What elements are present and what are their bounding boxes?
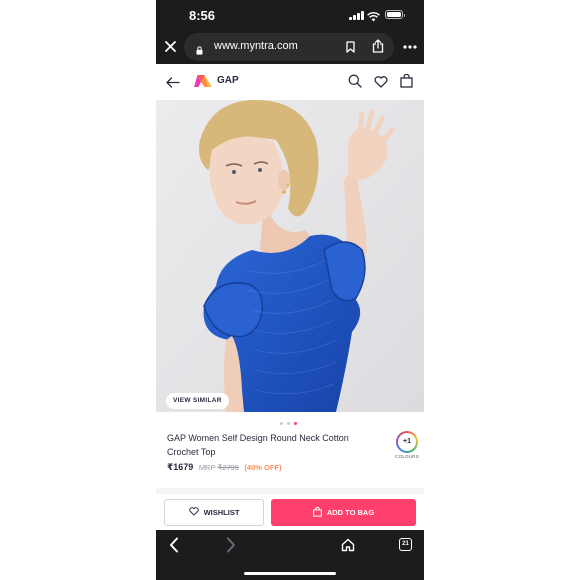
add-to-bag-label: ADD TO BAG <box>326 508 375 517</box>
more-icon[interactable] <box>400 37 420 57</box>
discount-label: (40% OFF) <box>244 463 282 472</box>
share-icon[interactable] <box>368 36 388 56</box>
carousel-dots <box>280 422 297 425</box>
home-indicator <box>244 572 336 575</box>
lock-icon <box>196 42 203 60</box>
address-bar[interactable]: www.myntra.com <box>184 33 394 61</box>
back-arrow-icon[interactable] <box>166 75 180 93</box>
forward-icon[interactable] <box>226 537 236 558</box>
status-bar: 8:56 <box>156 0 424 30</box>
signal-icon <box>349 11 364 20</box>
wishlist-button[interactable]: WISHLIST <box>164 499 264 526</box>
view-similar-button[interactable]: VIEW SIMILAR <box>166 393 229 409</box>
wishlist-label: WISHLIST <box>203 508 240 517</box>
app-header: GAP <box>156 64 424 101</box>
product-image[interactable]: VIEW SIMILAR <box>156 100 424 412</box>
myntra-logo[interactable] <box>193 74 213 93</box>
product-title: GAP Women Self Design Round Neck Cotton … <box>167 433 349 457</box>
colours-selector[interactable]: +1 COLOURS <box>392 431 422 459</box>
brand-name: GAP <box>217 75 239 86</box>
wifi-icon <box>367 9 380 27</box>
search-icon[interactable] <box>348 74 362 93</box>
close-icon[interactable] <box>160 36 180 56</box>
mrp-label: MRP <box>198 463 216 472</box>
model-photo <box>156 100 424 412</box>
bookmark-icon[interactable] <box>340 37 360 57</box>
back-icon[interactable] <box>169 537 179 558</box>
browser-toolbar: www.myntra.com <box>156 30 424 64</box>
home-icon[interactable] <box>341 538 355 557</box>
colours-label: COLOURS <box>395 454 419 459</box>
bag-icon <box>312 506 322 519</box>
price-row: ₹1679 MRP ₹2799 (40% OFF) <box>167 462 282 473</box>
phone-screen: 8:56 www.myntra.com GAP VIEW SIMILAR GAP… <box>156 0 424 580</box>
battery-icon <box>385 10 405 19</box>
heart-icon[interactable] <box>374 75 388 93</box>
tabs-icon[interactable]: 21 <box>399 538 412 551</box>
colours-count: +1 <box>398 433 416 451</box>
add-to-bag-button[interactable]: ADD TO BAG <box>271 499 416 526</box>
status-time: 8:56 <box>189 8 216 23</box>
section-divider <box>156 488 424 494</box>
product-info: GAP Women Self Design Round Neck Cotton … <box>156 412 424 530</box>
selling-price: ₹1679 <box>167 462 194 472</box>
url-text: www.myntra.com <box>214 40 298 52</box>
heart-icon <box>188 507 199 518</box>
mrp-price: ₹2799 <box>217 463 239 472</box>
bag-icon[interactable] <box>400 73 413 93</box>
